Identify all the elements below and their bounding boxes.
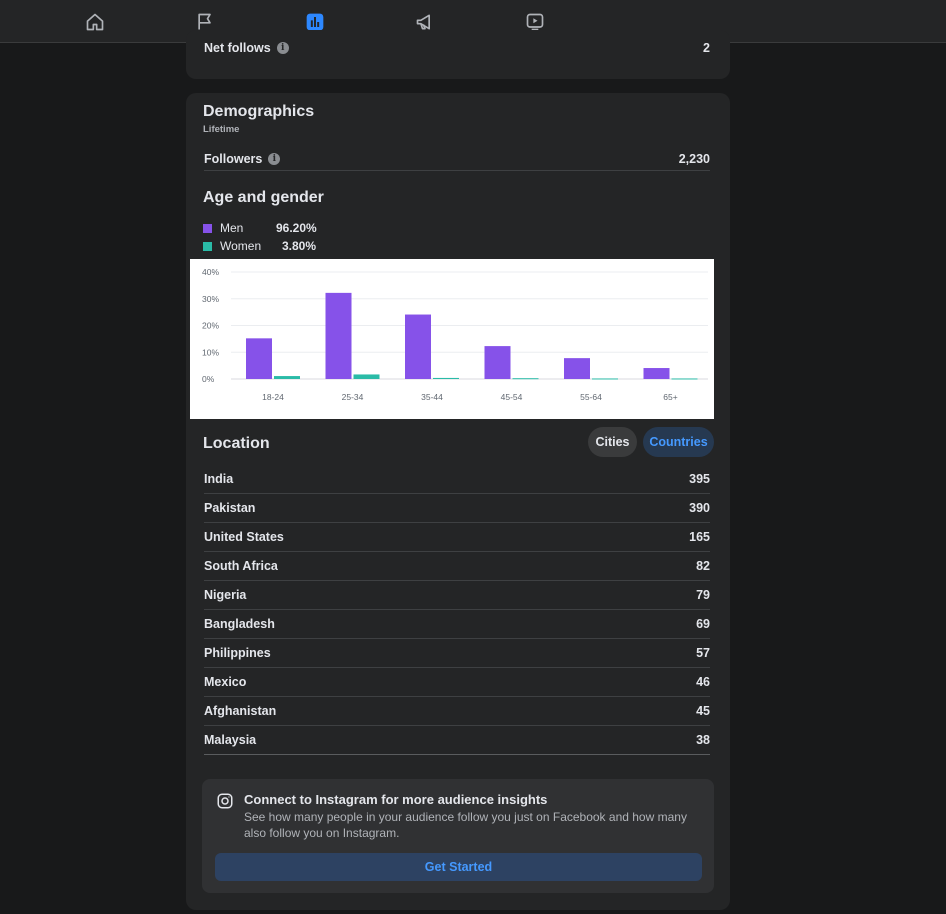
legend-swatch-men xyxy=(203,223,212,233)
x-tick-label: 45-54 xyxy=(501,392,523,402)
instagram-title: Connect to Instagram for more audience i… xyxy=(244,792,548,807)
location-value: 57 xyxy=(696,646,710,660)
legend-men: Men 96.20% xyxy=(203,221,317,235)
x-tick-label: 35-44 xyxy=(421,392,443,402)
bar-women-65+[interactable] xyxy=(671,378,698,380)
age-gender-chart-svg: 0% 10% 20% 30% 40% 18-24 25-34 35-44 45-54 55-64 6… xyxy=(202,267,708,402)
legend-pct: 96.20% xyxy=(276,221,317,235)
bar-men-55-64[interactable] xyxy=(564,358,590,379)
location-row: Afghanistan 45 xyxy=(204,697,710,726)
bar-men-18-24[interactable] xyxy=(246,338,272,379)
location-title: Location xyxy=(203,435,270,452)
bar-men-25-34[interactable] xyxy=(325,292,352,379)
bar-women-45-54[interactable] xyxy=(512,378,539,380)
net-follows-label: Net follows xyxy=(204,41,271,55)
megaphone-icon xyxy=(416,14,430,29)
location-value: 82 xyxy=(696,559,710,573)
y-tick-label: 10% xyxy=(202,347,219,357)
net-follows-value: 2 xyxy=(703,41,710,55)
location-value: 46 xyxy=(696,675,710,689)
countries-toggle-button[interactable]: Countries xyxy=(643,427,714,457)
flag-icon xyxy=(197,13,211,29)
legend-women: Women 3.80% xyxy=(203,239,316,253)
location-row: United States 165 xyxy=(204,523,710,552)
location-row: Bangladesh 69 xyxy=(204,610,710,639)
location-row: India 395 xyxy=(204,465,710,494)
followers-value: 2,230 xyxy=(678,152,710,166)
location-value: 79 xyxy=(696,588,710,602)
x-tick-label: 55-64 xyxy=(580,392,602,402)
location-list: India 395 Pakistan 390 United States 165 South… xyxy=(204,465,710,755)
y-tick-label: 0% xyxy=(202,374,215,384)
x-tick-label: 25-34 xyxy=(342,392,364,402)
location-name: Nigeria xyxy=(204,588,247,602)
activity-card: Net follows i 2 xyxy=(186,30,730,79)
location-value: 38 xyxy=(696,733,710,747)
location-row: Pakistan 390 xyxy=(204,494,710,523)
home-icon xyxy=(86,13,103,30)
location-row: Mexico 46 xyxy=(204,668,710,697)
divider xyxy=(204,170,710,171)
bar-women-55-64[interactable] xyxy=(592,378,618,380)
instagram-icon xyxy=(217,793,233,809)
location-name: United States xyxy=(204,530,284,544)
demographics-title: Demographics xyxy=(203,103,315,120)
followers-row: Followers i 2,230 xyxy=(204,152,710,166)
nav-tab-home[interactable] xyxy=(44,0,145,43)
location-name: India xyxy=(204,472,234,486)
instagram-connect-card: Connect to Instagram for more audience i… xyxy=(202,779,714,893)
legend-name: Men xyxy=(220,221,244,235)
location-value: 69 xyxy=(696,617,710,631)
bar-men-45-54[interactable] xyxy=(484,346,511,379)
location-name: South Africa xyxy=(204,559,278,573)
info-icon[interactable]: i xyxy=(268,153,281,165)
y-tick-label: 40% xyxy=(202,267,219,277)
location-value: 165 xyxy=(689,530,710,544)
location-row: Malaysia 38 xyxy=(204,726,710,755)
location-name: Philippines xyxy=(204,646,271,660)
location-name: Malaysia xyxy=(204,733,257,747)
location-row: Philippines 57 xyxy=(204,639,710,668)
bar-chart-icon xyxy=(306,13,323,30)
demographics-subtitle: Lifetime xyxy=(203,124,240,135)
location-name: Bangladesh xyxy=(204,617,275,631)
location-value: 45 xyxy=(696,704,710,718)
location-value: 395 xyxy=(689,472,710,486)
demographics-card: Demographics Lifetime Followers i 2,230 … xyxy=(186,93,730,910)
location-row: Nigeria 79 xyxy=(204,581,710,610)
legend-name: Women xyxy=(220,239,262,253)
legend-pct: 3.80% xyxy=(281,239,316,253)
bar-men-35-44[interactable] xyxy=(405,314,431,379)
y-tick-label: 30% xyxy=(202,294,219,304)
video-play-icon xyxy=(526,13,543,30)
bar-women-18-24[interactable] xyxy=(274,376,300,379)
bar-women-35-44[interactable] xyxy=(433,377,459,379)
get-started-button[interactable]: Get Started xyxy=(215,853,702,881)
age-gender-title: Age and gender xyxy=(203,189,324,206)
legend-swatch-women xyxy=(203,241,212,251)
location-name: Mexico xyxy=(204,675,247,689)
location-row: South Africa 82 xyxy=(204,552,710,581)
info-icon[interactable]: i xyxy=(276,42,289,54)
bar-women-25-34[interactable] xyxy=(353,374,380,379)
followers-label: Followers xyxy=(204,152,263,166)
x-tick-label: 18-24 xyxy=(262,392,284,402)
location-name: Afghanistan xyxy=(204,704,277,718)
instagram-description: See how many people in your audience fol… xyxy=(244,810,687,840)
cities-toggle-button[interactable]: Cities xyxy=(588,427,637,457)
x-tick-label: 65+ xyxy=(663,392,677,402)
y-tick-label: 20% xyxy=(202,321,219,331)
age-gender-chart: 0% 10% 20% 30% 40% 18-24 25-34 35-44 45-54 55-64 6… xyxy=(190,259,714,419)
location-value: 390 xyxy=(689,501,710,515)
net-follows-row: Net follows i 2 xyxy=(204,41,710,55)
location-name: Pakistan xyxy=(204,501,256,515)
bar-men-65+[interactable] xyxy=(643,368,670,379)
